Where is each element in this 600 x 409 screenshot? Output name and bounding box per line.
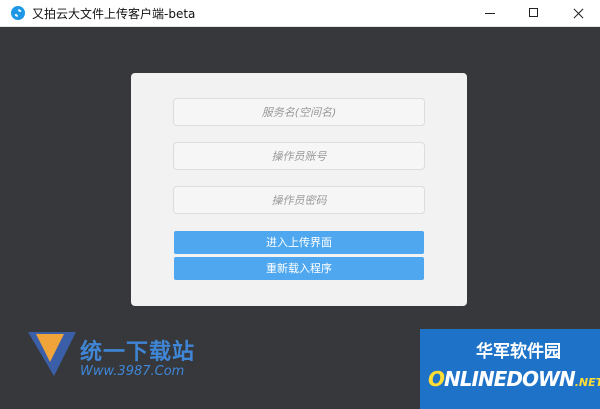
watermark-onlinedown: 华军软件园 ONLINEDOWN.NET xyxy=(420,329,600,409)
watermark-right-net: .NET xyxy=(574,376,600,389)
watermark-logo-accent xyxy=(36,334,64,362)
watermark-3987: 统一下载站 Www.3987.Com xyxy=(28,330,218,388)
enter-upload-button[interactable]: 进入上传界面 xyxy=(174,231,424,254)
maximize-button[interactable] xyxy=(512,0,556,26)
operator-account-input[interactable] xyxy=(173,142,425,170)
watermark-right-brand-text: NLINEDOWN xyxy=(444,367,576,391)
login-card: 进入上传界面 重新载入程序 xyxy=(131,73,467,306)
close-button[interactable] xyxy=(556,0,600,26)
upyun-logo-icon xyxy=(11,6,25,20)
reload-program-button[interactable]: 重新载入程序 xyxy=(174,257,424,280)
watermark-right-title: 华军软件园 xyxy=(476,342,561,362)
service-name-input[interactable] xyxy=(173,98,425,126)
minimize-button[interactable] xyxy=(468,0,512,26)
watermark-right-brand: ONLINEDOWN.NET xyxy=(428,367,600,391)
operator-password-input[interactable] xyxy=(173,186,425,214)
watermark-right-o: O xyxy=(428,367,445,391)
title-bar: 又拍云大文件上传客户端-beta xyxy=(0,0,600,27)
watermark-title: 统一下载站 xyxy=(80,340,196,365)
watermark-url: Www.3987.Com xyxy=(80,364,185,379)
window-title: 又拍云大文件上传客户端-beta xyxy=(32,7,196,21)
app-window: 又拍云大文件上传客户端-beta 进入上传界面 重新载入程序 统一下载站 Www… xyxy=(0,0,600,409)
